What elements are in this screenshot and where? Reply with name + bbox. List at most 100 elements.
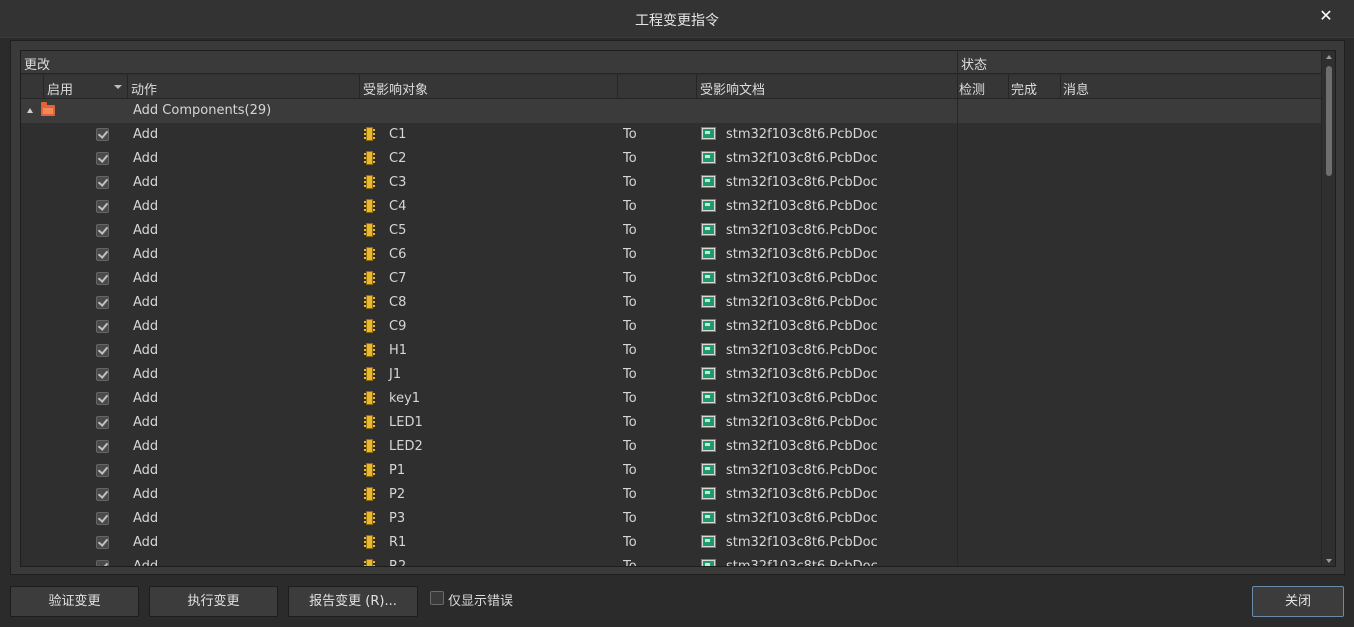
report-changes-button[interactable]: 报告变更 (R)... (288, 586, 418, 617)
validate-changes-button[interactable]: 验证变更 (10, 586, 139, 617)
action-cell: Add (133, 199, 159, 214)
close-button[interactable]: 关闭 (1252, 586, 1344, 617)
change-row[interactable]: Add R1 To stm32f103c8t6.PcbDoc (21, 531, 1321, 555)
enable-checkbox[interactable] (96, 536, 109, 549)
affected-document-cell: stm32f103c8t6.PcbDoc (726, 295, 878, 310)
enable-checkbox[interactable] (96, 248, 109, 261)
component-icon (364, 295, 375, 309)
action-cell: Add (133, 535, 159, 550)
change-row[interactable]: Add C8 To stm32f103c8t6.PcbDoc (21, 291, 1321, 315)
change-row[interactable]: Add C5 To stm32f103c8t6.PcbDoc (21, 219, 1321, 243)
component-icon (364, 439, 375, 453)
column-header-affected-object[interactable]: 受影响对象 (363, 79, 428, 98)
enable-checkbox[interactable] (96, 440, 109, 453)
vertical-scrollbar[interactable] (1321, 51, 1335, 566)
change-row[interactable]: Add J1 To stm32f103c8t6.PcbDoc (21, 363, 1321, 387)
enable-checkbox[interactable] (96, 512, 109, 525)
column-header-enable[interactable]: 启用 (47, 79, 73, 98)
pcb-document-icon (701, 535, 716, 548)
change-row[interactable]: Add P1 To stm32f103c8t6.PcbDoc (21, 459, 1321, 483)
change-row[interactable]: Add C1 To stm32f103c8t6.PcbDoc (21, 123, 1321, 147)
scroll-down-arrow-icon[interactable] (1326, 559, 1332, 563)
column-header-done[interactable]: 完成 (1011, 79, 1037, 98)
affected-document-cell: stm32f103c8t6.PcbDoc (726, 415, 878, 430)
column-header-message[interactable]: 消息 (1063, 79, 1089, 98)
enable-checkbox[interactable] (96, 320, 109, 333)
row-status-cells (957, 363, 1321, 387)
enable-checkbox[interactable] (96, 176, 109, 189)
affected-document-cell: stm32f103c8t6.PcbDoc (726, 559, 878, 567)
close-icon[interactable]: ✕ (1316, 6, 1336, 26)
row-status-cells (957, 315, 1321, 339)
pcb-document-icon (701, 223, 716, 236)
to-cell: To (623, 295, 637, 310)
affected-document-cell: stm32f103c8t6.PcbDoc (726, 439, 878, 454)
pcb-document-icon (701, 247, 716, 260)
row-status-cells (957, 123, 1321, 147)
row-status-cells (957, 483, 1321, 507)
action-cell: Add (133, 463, 159, 478)
change-row[interactable]: Add key1 To stm32f103c8t6.PcbDoc (21, 387, 1321, 411)
affected-object-cell: P2 (389, 487, 406, 502)
affected-document-cell: stm32f103c8t6.PcbDoc (726, 199, 878, 214)
group-row-add-components[interactable]: Add Components(29) (21, 99, 1321, 123)
change-row[interactable]: Add C4 To stm32f103c8t6.PcbDoc (21, 195, 1321, 219)
scroll-up-arrow-icon[interactable] (1326, 55, 1332, 59)
execute-changes-button[interactable]: 执行变更 (149, 586, 278, 617)
change-row[interactable]: Add P3 To stm32f103c8t6.PcbDoc (21, 507, 1321, 531)
change-row[interactable]: Add C9 To stm32f103c8t6.PcbDoc (21, 315, 1321, 339)
column-header-affected-document[interactable]: 受影响文档 (700, 79, 765, 98)
affected-object-cell: C9 (389, 319, 407, 334)
change-row[interactable]: Add LED2 To stm32f103c8t6.PcbDoc (21, 435, 1321, 459)
affected-document-cell: stm32f103c8t6.PcbDoc (726, 391, 878, 406)
enable-checkbox[interactable] (96, 200, 109, 213)
row-status-cells (957, 267, 1321, 291)
to-cell: To (623, 559, 637, 567)
column-header-action[interactable]: 动作 (131, 79, 157, 98)
enable-filter-dropdown-icon[interactable] (114, 85, 122, 89)
change-row[interactable]: Add R2 To stm32f103c8t6.PcbDoc (21, 555, 1321, 567)
scroll-thumb[interactable] (1326, 66, 1332, 176)
change-row[interactable]: Add P2 To stm32f103c8t6.PcbDoc (21, 483, 1321, 507)
enable-checkbox[interactable] (96, 224, 109, 237)
component-icon (364, 463, 375, 477)
only-show-errors-checkbox[interactable] (430, 591, 444, 605)
enable-checkbox[interactable] (96, 368, 109, 381)
column-header-row: 启用 动作 受影响对象 受影响文档 检测 完成 消息 (21, 75, 1321, 99)
enable-checkbox[interactable] (96, 272, 109, 285)
to-cell: To (623, 535, 637, 550)
action-cell: Add (133, 295, 159, 310)
row-status-cells (957, 243, 1321, 267)
to-cell: To (623, 415, 637, 430)
enable-checkbox[interactable] (96, 392, 109, 405)
to-cell: To (623, 319, 637, 334)
change-row[interactable]: Add C2 To stm32f103c8t6.PcbDoc (21, 147, 1321, 171)
affected-object-cell: C8 (389, 295, 407, 310)
enable-checkbox[interactable] (96, 416, 109, 429)
change-row[interactable]: Add C7 To stm32f103c8t6.PcbDoc (21, 267, 1321, 291)
enable-checkbox[interactable] (96, 344, 109, 357)
collapse-triangle-icon[interactable] (27, 108, 33, 113)
affected-object-cell: C3 (389, 175, 407, 190)
enable-checkbox[interactable] (96, 152, 109, 165)
change-row[interactable]: Add H1 To stm32f103c8t6.PcbDoc (21, 339, 1321, 363)
column-header-check[interactable]: 检测 (959, 79, 985, 98)
affected-object-cell: P1 (389, 463, 406, 478)
change-row[interactable]: Add LED1 To stm32f103c8t6.PcbDoc (21, 411, 1321, 435)
affected-document-cell: stm32f103c8t6.PcbDoc (726, 319, 878, 334)
row-status-cells (957, 435, 1321, 459)
enable-checkbox[interactable] (96, 488, 109, 501)
change-row[interactable]: Add C3 To stm32f103c8t6.PcbDoc (21, 171, 1321, 195)
affected-object-cell: C1 (389, 127, 407, 142)
pcb-document-icon (701, 487, 716, 500)
enable-checkbox[interactable] (96, 296, 109, 309)
to-cell: To (623, 247, 637, 262)
enable-checkbox[interactable] (96, 464, 109, 477)
change-row[interactable]: Add C6 To stm32f103c8t6.PcbDoc (21, 243, 1321, 267)
group-header-status-label: 状态 (961, 58, 988, 73)
enable-checkbox[interactable] (96, 128, 109, 141)
row-status-cells (957, 171, 1321, 195)
to-cell: To (623, 439, 637, 454)
enable-checkbox[interactable] (96, 560, 109, 566)
pcb-document-icon (701, 319, 716, 332)
